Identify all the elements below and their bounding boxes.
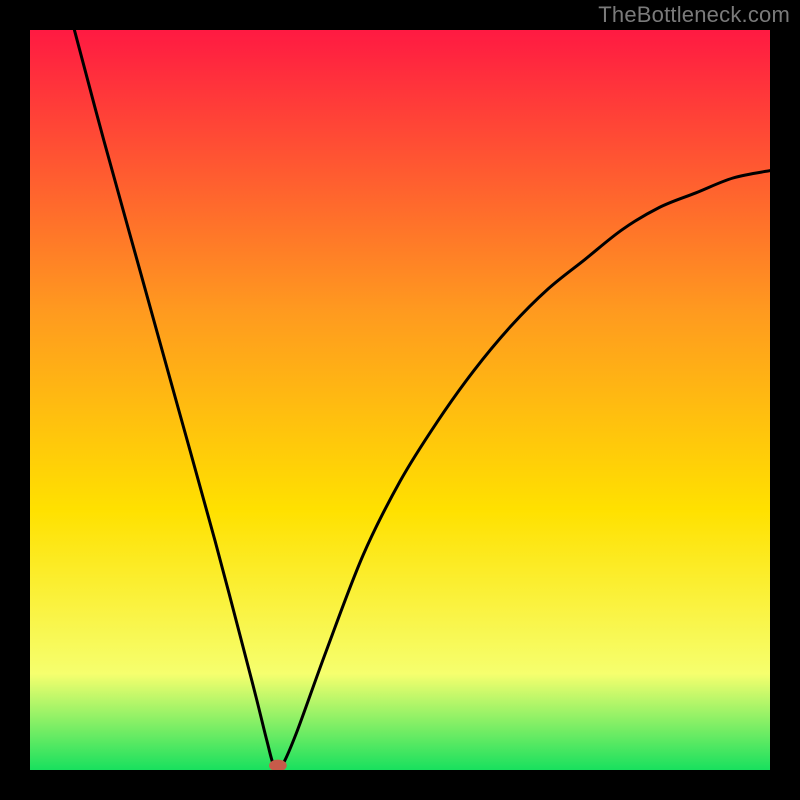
- outer-frame: TheBottleneck.com: [0, 0, 800, 800]
- gradient-background: [30, 30, 770, 770]
- chart-svg: [30, 30, 770, 770]
- chart-plot-area: [30, 30, 770, 770]
- watermark-text: TheBottleneck.com: [598, 2, 790, 28]
